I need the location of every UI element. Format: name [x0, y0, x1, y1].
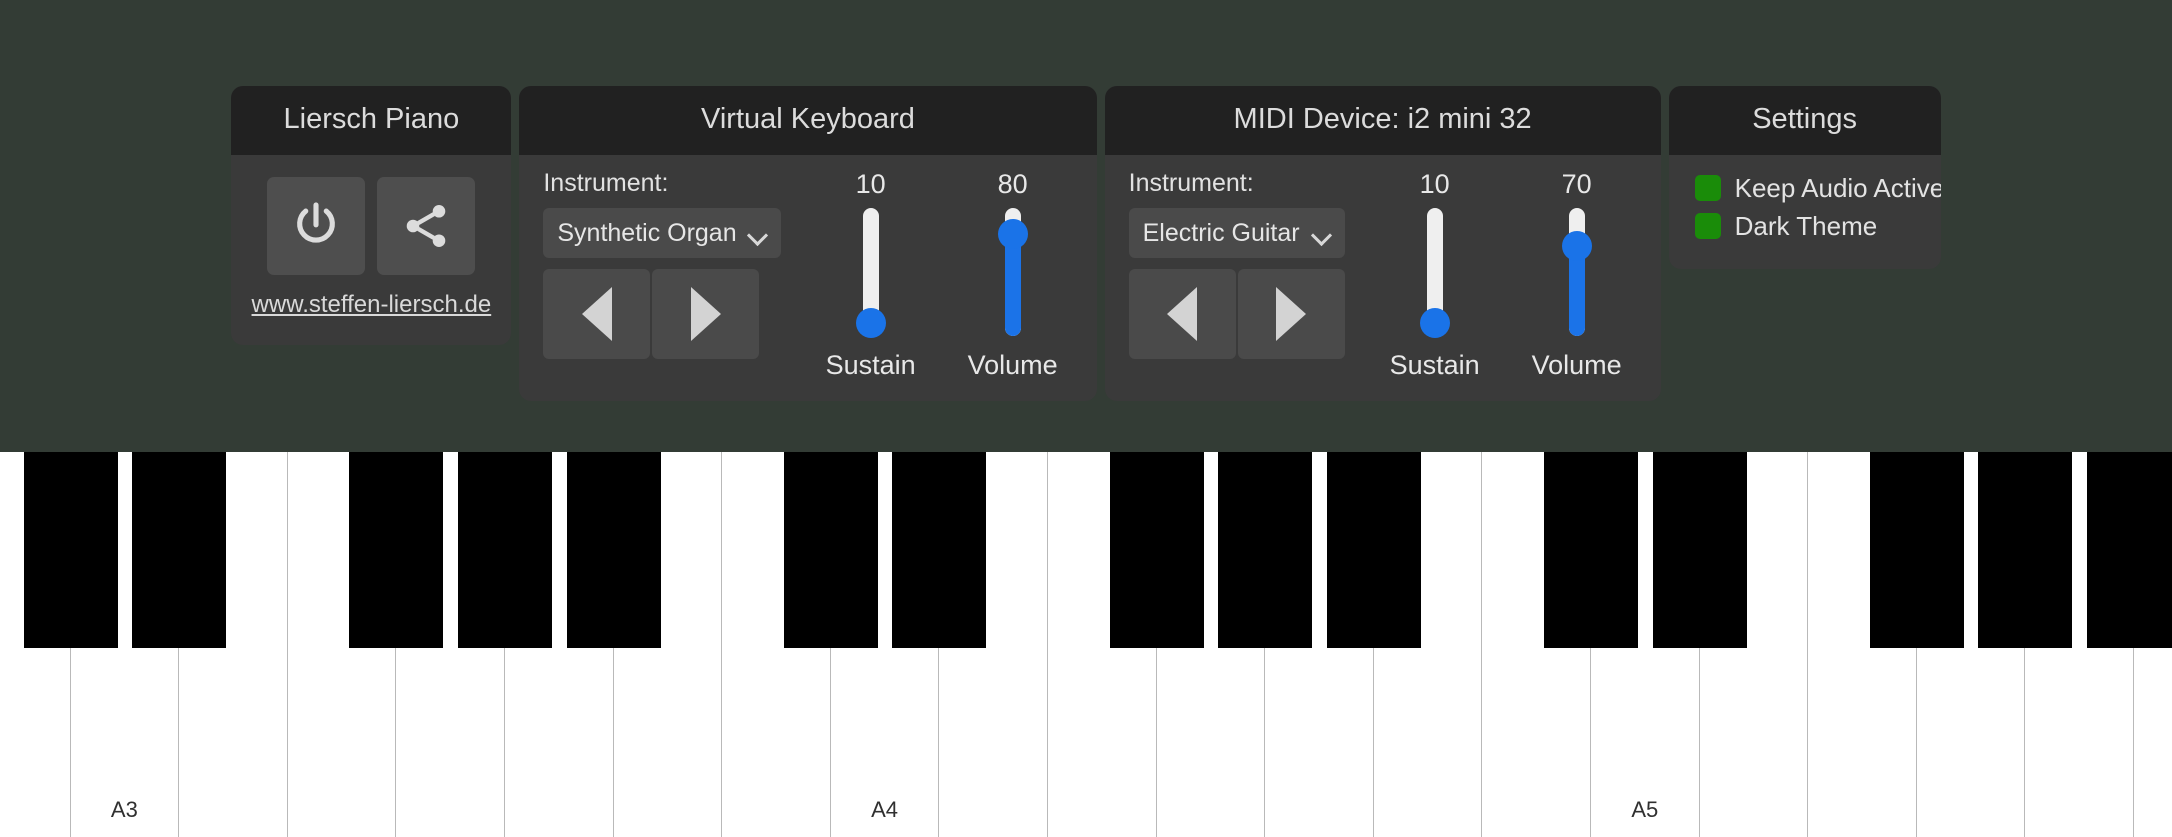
vk-volume-label: Volume [967, 350, 1058, 380]
black-key[interactable] [1544, 452, 1638, 648]
black-key[interactable] [892, 452, 987, 648]
piano-icon-row [267, 177, 476, 275]
panel-body-virtual-keyboard: Instrument: Synthetic Organ 10 Sustain 8… [519, 155, 1096, 401]
share-button[interactable] [377, 177, 476, 275]
vk-volume-value: 80 [997, 169, 1028, 199]
vk-sustain-track[interactable] [855, 208, 886, 339]
black-key[interactable] [1978, 452, 2073, 648]
black-key[interactable] [1326, 452, 1421, 648]
panel-title-midi-device: MIDI Device: i2 mini 32 [1104, 86, 1661, 155]
black-key[interactable] [1109, 452, 1204, 648]
panel-body-settings: Keep Audio Active Dark Theme [1669, 155, 1941, 269]
midi-instrument-select[interactable]: Electric Guitar [1128, 208, 1345, 258]
slider-thumb[interactable] [855, 308, 886, 339]
chevron-down-icon [749, 228, 767, 239]
midi-instrument-label: Instrument: [1128, 169, 1254, 197]
black-key[interactable] [566, 452, 661, 648]
black-key[interactable] [1652, 452, 1747, 648]
midi-volume-track[interactable] [1561, 208, 1592, 336]
setting-label-keep-audio-active: Keep Audio Active [1734, 173, 1941, 203]
black-key[interactable] [132, 452, 227, 648]
key-label: A3 [110, 797, 138, 822]
midi-sustain-track[interactable] [1419, 208, 1450, 339]
midi-sustain-label: Sustain [1389, 350, 1480, 380]
black-key[interactable] [783, 452, 878, 648]
panel-title-virtual-keyboard: Virtual Keyboard [519, 86, 1097, 155]
website-link[interactable]: www.steffen-liersch.de [252, 291, 492, 319]
power-button[interactable] [267, 177, 366, 275]
panel-settings: Settings Keep Audio Active Dark Theme [1668, 86, 1941, 269]
power-icon [288, 198, 344, 254]
midi-sustain-slider: 10 Sustain [1375, 171, 1495, 379]
midi-volume-value: 70 [1561, 169, 1592, 199]
midi-instrument-column: Instrument: Electric Guitar [1128, 169, 1345, 359]
vk-volume-track[interactable] [997, 208, 1028, 336]
setting-label-dark-theme: Dark Theme [1734, 211, 1878, 241]
checkbox-dark-theme[interactable] [1694, 213, 1721, 239]
triangle-right-icon [690, 287, 721, 341]
vk-sliders: 10 Sustain 80 Volume [811, 171, 1073, 379]
slider-thumb[interactable] [1419, 308, 1450, 339]
slider-thumb[interactable] [997, 218, 1028, 249]
app-root: Liersch Piano www.steffen-liersch.de Vir… [0, 0, 2172, 837]
midi-instrument-value: Electric Guitar [1142, 218, 1300, 247]
midi-arrow-row [1128, 269, 1345, 359]
vk-next-instrument-button[interactable] [652, 269, 760, 359]
midi-volume-slider: 70 Volume [1517, 171, 1637, 379]
vk-instrument-value: Synthetic Organ [557, 218, 737, 247]
panel-midi-device: MIDI Device: i2 mini 32 Instrument: Elec… [1104, 86, 1661, 401]
panel-virtual-keyboard: Virtual Keyboard Instrument: Synthetic O… [519, 86, 1097, 401]
setting-dark-theme[interactable]: Dark Theme [1694, 211, 1878, 241]
key-label: A5 [1631, 797, 1659, 822]
panel-liersch-piano: Liersch Piano www.steffen-liersch.de [231, 86, 512, 345]
triangle-left-icon [581, 287, 612, 341]
midi-sustain-value: 10 [1419, 169, 1450, 199]
chevron-down-icon [1313, 228, 1331, 239]
setting-keep-audio-active[interactable]: Keep Audio Active [1694, 173, 1941, 203]
control-panel-strip: Liersch Piano www.steffen-liersch.de Vir… [0, 0, 2172, 452]
slider-fill [1004, 233, 1021, 336]
triangle-right-icon [1276, 287, 1307, 341]
panel-body-midi-device: Instrument: Electric Guitar 10 Sustain 7… [1105, 155, 1661, 401]
black-key[interactable] [23, 452, 118, 648]
vk-prev-instrument-button[interactable] [543, 269, 651, 359]
piano-keyboard[interactable]: A3 A4 A5 [0, 452, 2172, 837]
midi-volume-label: Volume [1531, 350, 1622, 380]
vk-arrow-row [543, 269, 780, 359]
midi-next-instrument-button[interactable] [1237, 269, 1345, 359]
share-icon [400, 200, 452, 252]
black-key[interactable] [2087, 452, 2172, 648]
midi-prev-instrument-button[interactable] [1128, 269, 1236, 359]
panel-title-settings: Settings [1668, 86, 1941, 155]
panel-body-liersch-piano: www.steffen-liersch.de [231, 155, 511, 345]
vk-instrument-column: Instrument: Synthetic Organ [543, 169, 781, 359]
black-key[interactable] [1218, 452, 1313, 648]
triangle-left-icon [1167, 287, 1198, 341]
vk-volume-slider: 80 Volume [953, 171, 1073, 379]
black-key[interactable] [458, 452, 552, 648]
key-label: A4 [871, 797, 899, 822]
vk-sustain-slider: 10 Sustain [811, 171, 931, 379]
vk-instrument-label: Instrument: [543, 169, 669, 197]
vk-sustain-label: Sustain [825, 350, 916, 380]
black-key[interactable] [1869, 452, 1964, 648]
vk-instrument-select[interactable]: Synthetic Organ [543, 208, 781, 258]
checkbox-keep-audio-active[interactable] [1694, 175, 1721, 201]
vk-sustain-value: 10 [855, 169, 886, 199]
black-key[interactable] [349, 452, 444, 648]
midi-sliders: 10 Sustain 70 Volume [1375, 171, 1637, 379]
panel-title-liersch-piano: Liersch Piano [231, 86, 512, 155]
slider-thumb[interactable] [1561, 231, 1592, 262]
